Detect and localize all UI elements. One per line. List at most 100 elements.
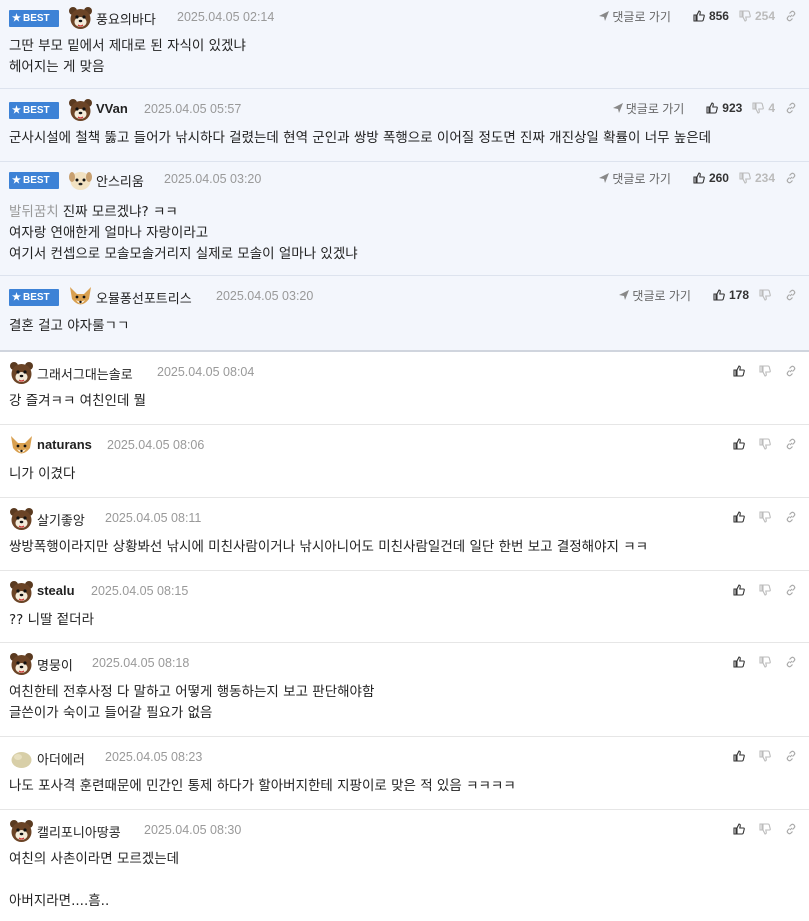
bear-avatar-icon[interactable]	[68, 98, 93, 123]
downvote-button[interactable]	[759, 823, 775, 835]
upvote-button[interactable]	[733, 750, 749, 762]
comment-date: 2025.04.05 03:20	[164, 172, 262, 186]
comment-date: 2025.04.05 08:30	[144, 823, 242, 837]
link-button[interactable]	[785, 823, 801, 835]
thumbs-down-icon	[759, 438, 771, 450]
fox-avatar-icon[interactable]	[9, 434, 34, 459]
link-button[interactable]	[785, 365, 801, 377]
downvote-button[interactable]: 4	[752, 101, 775, 115]
bear-avatar-icon[interactable]	[9, 819, 34, 844]
bear-avatar-icon[interactable]	[9, 652, 34, 677]
bear-avatar-icon[interactable]	[9, 507, 34, 532]
author-name[interactable]: 오뮬퐁선포트리스	[96, 288, 192, 307]
thumbs-up-icon	[733, 584, 745, 596]
comment-date: 2025.04.05 08:04	[157, 365, 255, 379]
comment-list: ★ BEST 풍요의바다 2025.04.05 02:14 댓글로 가기 856 …	[0, 0, 809, 921]
link-icon	[786, 511, 796, 523]
comment-body: 니가 이겼다	[9, 466, 76, 482]
link-button[interactable]	[785, 102, 801, 114]
comment-date: 2025.04.05 08:11	[105, 511, 202, 525]
link-button[interactable]	[785, 289, 801, 301]
comment-body: 여친의 사촌이라면 모르겠는데 아버지라면....흠..	[9, 851, 180, 909]
thumbs-up-icon	[713, 289, 725, 301]
upvote-button[interactable]	[733, 438, 749, 450]
link-icon	[786, 289, 796, 301]
thumbs-up-icon	[733, 750, 745, 762]
downvote-count: 4	[768, 101, 775, 115]
author-name[interactable]: 안스리움	[96, 171, 144, 190]
downvote-button[interactable]	[759, 656, 775, 668]
thumbs-down-icon	[759, 750, 771, 762]
downvote-button[interactable]	[759, 438, 775, 450]
thumbs-up-icon	[733, 823, 745, 835]
comment-body: 군사시설에 철책 뚫고 들어가 낚시하다 걸렸는데 현역 군인과 쌍방 폭행으로…	[9, 130, 712, 146]
downvote-button[interactable]	[759, 750, 775, 762]
downvote-button[interactable]: 254	[739, 9, 775, 23]
downvote-button[interactable]: 234	[739, 171, 775, 185]
bear-avatar-icon[interactable]	[9, 580, 34, 605]
downvote-count: 234	[754, 171, 775, 185]
reply-link[interactable]: 댓글로 가기	[619, 287, 691, 304]
best-badge: ★ BEST	[9, 289, 59, 306]
upvote-count: 260	[708, 171, 729, 185]
mention-tag[interactable]: 발뒤꿈치	[9, 204, 59, 220]
reply-link[interactable]: 댓글로 가기	[599, 8, 671, 25]
link-button[interactable]	[785, 750, 801, 762]
link-button[interactable]	[785, 584, 801, 596]
link-button[interactable]	[785, 10, 801, 22]
downvote-button[interactable]	[759, 511, 775, 523]
author-name[interactable]: 그래서그대는솔로	[37, 364, 133, 383]
link-button[interactable]	[785, 438, 801, 450]
upvote-count: 178	[728, 288, 749, 302]
reply-link[interactable]: 댓글로 가기	[612, 100, 684, 117]
downvote-button[interactable]	[759, 584, 775, 596]
upvote-button[interactable]: 178	[713, 288, 749, 302]
thumbs-down-icon	[759, 511, 771, 523]
upvote-button[interactable]	[733, 584, 749, 596]
dog-avatar-icon[interactable]	[68, 168, 93, 193]
best-badge: ★ BEST	[9, 102, 59, 119]
upvote-count: 923	[722, 101, 743, 115]
comment-body: 강 즐겨ㅋㅋ 여친인데 뭘	[9, 393, 147, 409]
upvote-button[interactable]	[733, 365, 749, 377]
upvote-button[interactable]: 260	[693, 171, 729, 185]
downvote-button[interactable]	[759, 365, 775, 377]
author-name[interactable]: 아더에러	[37, 749, 85, 768]
thumbs-up-icon	[733, 511, 745, 523]
upvote-button[interactable]: 923	[706, 101, 742, 115]
blob-avatar-icon[interactable]	[9, 746, 34, 771]
author-name[interactable]: VVan	[96, 101, 128, 116]
link-button[interactable]	[785, 172, 801, 184]
comment: 아더에러 2025.04.05 08:23 나도 포사격 훈련때문에 민간인 통…	[0, 737, 809, 810]
fox-avatar-icon[interactable]	[68, 285, 93, 310]
reply-link[interactable]: 댓글로 가기	[599, 170, 671, 187]
comment: 그래서그대는솔로 2025.04.05 08:04 강 즐겨ㅋㅋ 여친인데 뭘	[0, 352, 809, 425]
downvote-button[interactable]	[759, 289, 775, 301]
author-name[interactable]: 살기좋앙	[37, 510, 85, 529]
thumbs-up-icon	[693, 172, 705, 184]
star-icon: ★	[12, 292, 21, 303]
link-button[interactable]	[785, 511, 801, 523]
author-name[interactable]: naturans	[37, 437, 92, 452]
link-icon	[786, 656, 796, 668]
link-button[interactable]	[785, 656, 801, 668]
send-arrow-icon	[619, 290, 630, 300]
author-name[interactable]: 캘리포니아땅콩	[37, 822, 121, 841]
thumbs-down-icon	[759, 289, 771, 301]
upvote-button[interactable]	[733, 656, 749, 668]
author-name[interactable]: 명뭉이	[37, 655, 73, 674]
comment: 캘리포니아땅콩 2025.04.05 08:30 여친의 사촌이라면 모르겠는데…	[0, 810, 809, 921]
link-icon	[786, 172, 796, 184]
author-name[interactable]: 풍요의바다	[96, 9, 156, 28]
link-icon	[786, 365, 796, 377]
star-icon: ★	[12, 105, 21, 116]
upvote-button[interactable]: 856	[693, 9, 729, 23]
comment: naturans 2025.04.05 08:06 니가 이겼다	[0, 425, 809, 498]
send-arrow-icon	[612, 103, 623, 113]
author-name[interactable]: stealu	[37, 583, 75, 598]
upvote-button[interactable]	[733, 823, 749, 835]
bear-avatar-icon[interactable]	[9, 361, 34, 386]
comment-body: 그딴 부모 밑에서 제대로 된 자식이 있겠냐 헤어지는 게 맞음	[9, 38, 246, 75]
upvote-button[interactable]	[733, 511, 749, 523]
bear-avatar-icon[interactable]	[68, 6, 93, 31]
